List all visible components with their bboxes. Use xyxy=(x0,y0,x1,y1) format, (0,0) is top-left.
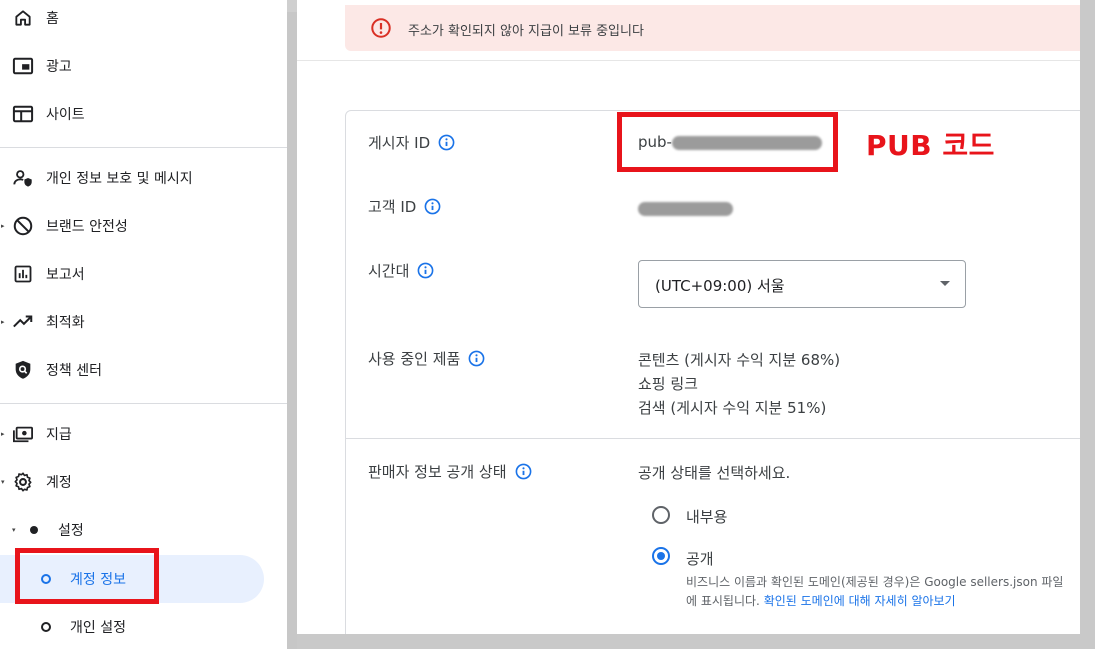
helper-line-1: 비즈니스 이름과 확인된 도메인(제공된 경우)은 Google sellers… xyxy=(686,575,1064,589)
sidebar-item-label: 광고 xyxy=(46,59,72,75)
collapse-caret-icon[interactable]: ▾ xyxy=(1,479,7,486)
publisher-id-label: 게시자 ID xyxy=(368,134,431,152)
product-item: 콘텐츠 (게시자 수익 지분 68%) xyxy=(638,351,841,369)
sidebar-item-label: 정책 센터 xyxy=(46,363,102,379)
gear-icon xyxy=(12,471,34,493)
info-icon[interactable] xyxy=(468,350,485,367)
sidebar-item-account[interactable]: ▾ 계정 xyxy=(0,462,287,502)
sidebar-scrollbar[interactable] xyxy=(287,12,297,649)
products-field: 사용 중인 제품 xyxy=(368,348,485,369)
sidebar-item-optimization[interactable]: ▸ 최적화 xyxy=(0,302,287,342)
sidebar-item-payments[interactable]: ▸ 지급 xyxy=(0,414,287,454)
sidebar-item-label: 홈 xyxy=(46,11,59,27)
sidebar-item-sites[interactable]: 사이트 xyxy=(0,94,287,134)
sidebar-item-label: 계정 xyxy=(46,475,72,491)
sidebar-item-policy-center[interactable]: 정책 센터 xyxy=(0,350,287,390)
sidebar-item-ads[interactable]: 광고 xyxy=(0,46,287,86)
sidebar-item-settings[interactable]: ▾ 설정 xyxy=(0,506,264,554)
customer-id-field: 고객 ID xyxy=(368,196,441,217)
seller-visibility-label: 판매자 정보 공개 상태 xyxy=(368,463,507,481)
page-edge-bottom xyxy=(297,634,1095,649)
sidebar-item-label: 설정 xyxy=(58,523,84,539)
pub-code-annotation: PUB 코드 xyxy=(866,129,995,162)
sidebar-item-brand-safety[interactable]: ▸ 브랜드 안전성 xyxy=(0,206,287,246)
trending-up-icon xyxy=(12,311,34,333)
sidebar-item-privacy[interactable]: 개인 정보 보호 및 메시지 xyxy=(0,158,287,198)
dropdown-arrow-icon xyxy=(940,281,950,286)
sidebar-item-label: 최적화 xyxy=(46,315,85,331)
sidebar-item-personal-settings[interactable]: 개인 설정 xyxy=(0,603,264,649)
info-icon[interactable] xyxy=(438,134,455,151)
seller-visibility-field: 판매자 정보 공개 상태 xyxy=(368,461,532,482)
bar-chart-icon xyxy=(12,263,34,285)
bullet-dot-icon xyxy=(30,526,38,534)
account-info-card: 게시자 ID pub- 고객 ID 시간대 (UTC+09:00) 서울 사용 … xyxy=(345,110,1080,634)
timezone-selected-value: (UTC+09:00) 서울 xyxy=(655,277,785,295)
timezone-field: 시간대 xyxy=(368,260,434,281)
error-icon xyxy=(370,17,392,39)
info-icon[interactable] xyxy=(417,262,434,279)
pub-id-highlight-box xyxy=(617,112,838,172)
publisher-id-field: 게시자 ID xyxy=(368,132,455,153)
ads-icon xyxy=(12,55,34,77)
privacy-icon xyxy=(12,167,34,189)
page-edge-right xyxy=(1080,0,1095,649)
timezone-label: 시간대 xyxy=(368,262,410,280)
sidebar-item-home[interactable]: 홈 xyxy=(0,0,287,38)
info-icon[interactable] xyxy=(424,198,441,215)
sidebar-item-label: 보고서 xyxy=(46,267,85,283)
payments-icon xyxy=(12,423,34,445)
products-label: 사용 중인 제품 xyxy=(368,350,461,368)
collapse-caret-icon[interactable]: ▾ xyxy=(12,526,16,534)
radio-internal[interactable] xyxy=(652,506,670,524)
sidebar-divider xyxy=(0,403,287,404)
seller-helper-text: 비즈니스 이름과 확인된 도메인(제공된 경우)은 Google sellers… xyxy=(686,573,1080,611)
radio-internal-label[interactable]: 내부용 xyxy=(686,506,727,527)
product-item: 검색 (게시자 수익 지분 51%) xyxy=(638,399,827,417)
sidebar-item-reports[interactable]: 보고서 xyxy=(0,254,287,294)
sidebar-item-label: 브랜드 안전성 xyxy=(46,219,128,235)
sidebar-item-label: 지급 xyxy=(46,427,72,443)
expand-caret-icon[interactable]: ▸ xyxy=(1,223,7,230)
card-divider xyxy=(346,438,1080,439)
expand-caret-icon[interactable]: ▸ xyxy=(1,431,7,438)
info-icon[interactable] xyxy=(515,463,532,480)
timezone-select[interactable]: (UTC+09:00) 서울 xyxy=(638,260,966,308)
helper-line-2: 에 표시됩니다. xyxy=(686,594,760,608)
bullet-ring-icon xyxy=(41,622,51,632)
learn-more-link[interactable]: 확인된 도메인에 대해 자세히 알아보기 xyxy=(764,594,956,608)
alert-message: 주소가 확인되지 않아 지급이 보류 중입니다 xyxy=(408,24,644,39)
sidebar-divider xyxy=(0,147,287,148)
sidebar-item-label: 개인 정보 보호 및 메시지 xyxy=(46,171,193,187)
block-icon xyxy=(12,215,34,237)
home-icon xyxy=(12,7,34,29)
shield-search-icon xyxy=(12,359,34,381)
payment-hold-alert: 주소가 확인되지 않아 지급이 보류 중입니다 xyxy=(345,5,1080,51)
sites-icon xyxy=(12,103,34,125)
product-item: 쇼핑 링크 xyxy=(638,375,698,393)
sidebar-item-label: 사이트 xyxy=(46,107,85,123)
products-list: 콘텐츠 (게시자 수익 지분 68%) 쇼핑 링크 검색 (게시자 수익 지분 … xyxy=(638,348,840,420)
section-divider xyxy=(297,60,1080,61)
radio-public-label[interactable]: 공개 xyxy=(686,548,714,569)
sidebar-item-label: 개인 설정 xyxy=(70,620,126,636)
redacted-customer-id xyxy=(638,201,733,216)
expand-caret-icon[interactable]: ▸ xyxy=(1,319,7,326)
customer-id-label: 고객 ID xyxy=(368,198,417,216)
main-content: 주소가 확인되지 않아 지급이 보류 중입니다 게시자 ID pub- 고객 I… xyxy=(297,0,1080,634)
seller-visibility-prompt: 공개 상태를 선택하세요. xyxy=(638,464,791,482)
account-info-highlight-box xyxy=(15,548,159,604)
customer-id-value xyxy=(638,199,733,217)
radio-public[interactable] xyxy=(652,547,670,565)
